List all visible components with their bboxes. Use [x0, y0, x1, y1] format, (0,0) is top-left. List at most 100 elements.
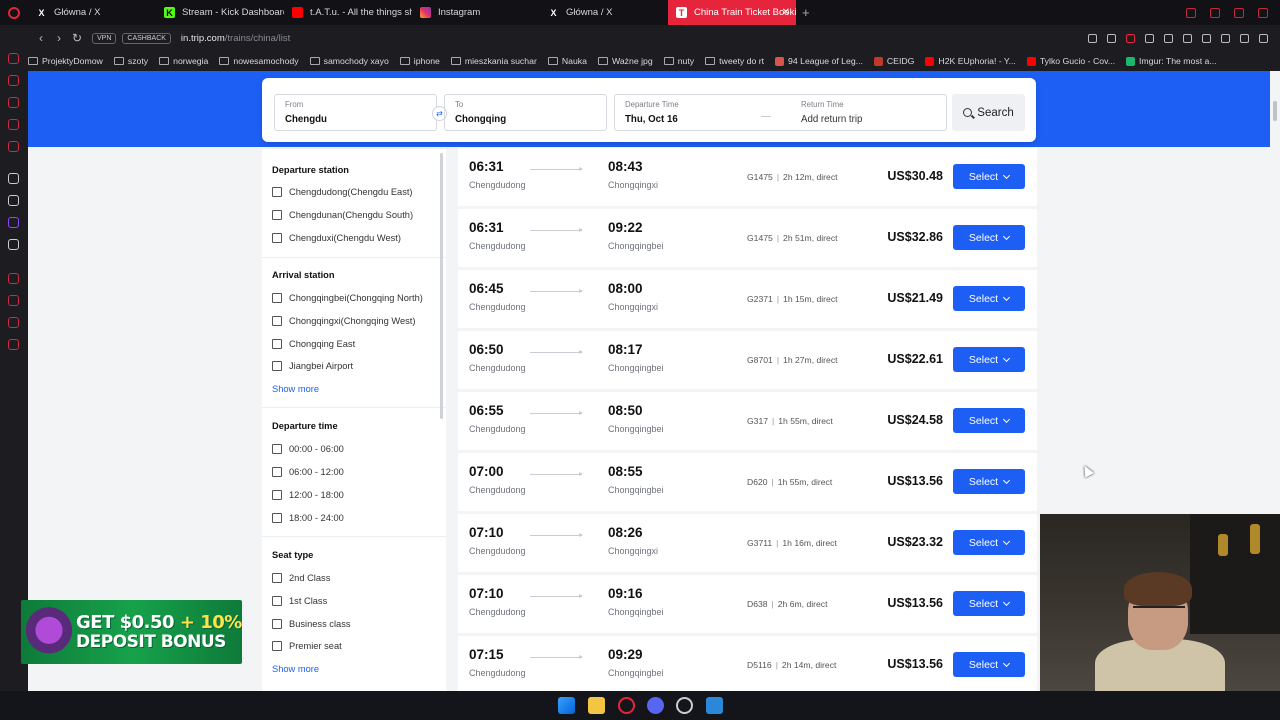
opera-icon[interactable]	[618, 697, 635, 714]
search-button[interactable]: Search	[952, 94, 1025, 131]
train-row[interactable]: 07:10 Chengdudong 09:16 Chongqingbei D63…	[458, 575, 1037, 633]
url-field[interactable]: in.trip.com/trains/china/list	[181, 33, 290, 44]
menu-icon[interactable]	[1259, 33, 1268, 43]
download-icon[interactable]	[1240, 33, 1249, 43]
checkbox[interactable]	[272, 293, 282, 303]
profile-icon[interactable]	[1221, 33, 1230, 43]
settings-icon[interactable]	[8, 339, 19, 350]
snapshot-icon[interactable]	[1107, 33, 1116, 43]
tab-3[interactable]: Instagram	[412, 0, 540, 25]
bookmark-item[interactable]: nowesamochody	[219, 56, 299, 66]
checkbox[interactable]	[272, 233, 282, 243]
new-tab-button[interactable]: +	[796, 5, 816, 20]
bookmark-icon[interactable]	[1088, 33, 1097, 43]
filter-option[interactable]: 18:00 - 24:00	[272, 513, 344, 523]
checkbox[interactable]	[272, 444, 282, 454]
sidebar-icon[interactable]	[8, 53, 19, 64]
file-explorer-icon[interactable]	[588, 697, 605, 714]
sidebar-icon[interactable]	[8, 75, 19, 86]
filter-option[interactable]: 1st Class	[272, 596, 327, 606]
select-button[interactable]: Select	[953, 652, 1025, 677]
bookmark-item[interactable]: H2K EUphoria! - Y...	[925, 56, 1016, 66]
sidebar-icon[interactable]	[8, 97, 19, 108]
page-scroll-thumb[interactable]	[1273, 101, 1277, 121]
search-tabs-icon[interactable]	[1186, 7, 1196, 18]
discord-icon[interactable]	[647, 697, 664, 714]
checkbox[interactable]	[272, 641, 282, 651]
tab-2[interactable]: t.A.T.u. - All the things sh	[284, 0, 412, 25]
select-button[interactable]: Select	[953, 164, 1025, 189]
checkbox[interactable]	[272, 339, 282, 349]
bookmark-item[interactable]: Nauka	[547, 56, 587, 66]
train-row[interactable]: 07:10 Chengdudong 08:26 Chongqingxi G371…	[458, 514, 1037, 572]
checkbox[interactable]	[272, 316, 282, 326]
close-window-icon[interactable]	[1258, 7, 1268, 18]
select-button[interactable]: Select	[953, 591, 1025, 616]
filter-option[interactable]: Chongqingxi(Chongqing West)	[272, 316, 415, 326]
sidebar-icon[interactable]	[8, 273, 19, 284]
bookmark-item[interactable]: CEIDG	[873, 56, 914, 66]
filter-option[interactable]: Chengdudong(Chengdu East)	[272, 187, 413, 197]
minimize-icon[interactable]	[1210, 7, 1220, 18]
forward-icon[interactable]: ›	[50, 31, 68, 45]
departure-date[interactable]: Departure Time Thu, Oct 16	[625, 100, 679, 125]
filter-option[interactable]: Chongqingbei(Chongqing North)	[272, 293, 423, 303]
tab-4[interactable]: X Główna / X	[540, 0, 668, 25]
x-icon[interactable]	[8, 239, 19, 250]
sidebar-icon[interactable]	[8, 141, 19, 152]
checkbox[interactable]	[272, 210, 282, 220]
checkbox[interactable]	[272, 573, 282, 583]
close-tab-icon[interactable]: ✕	[782, 7, 790, 18]
settings-icon[interactable]	[676, 697, 693, 714]
tab-5-active[interactable]: T China Train Ticket Bookin ✕	[668, 0, 796, 25]
translate-icon[interactable]	[1145, 33, 1154, 43]
opera-logo-icon[interactable]	[0, 0, 28, 25]
filter-option[interactable]: Business class	[272, 619, 351, 629]
reload-icon[interactable]: ↻	[68, 31, 86, 45]
scroll-thumb[interactable]	[440, 153, 443, 419]
filter-option[interactable]: Chengdunan(Chengdu South)	[272, 210, 413, 220]
tab-0[interactable]: X Główna / X	[28, 0, 156, 25]
filter-option[interactable]: Chengduxi(Chengdu West)	[272, 233, 401, 243]
bookmark-item[interactable]: mieszkania suchar	[450, 56, 537, 66]
maximize-icon[interactable]	[1234, 7, 1244, 18]
select-button[interactable]: Select	[953, 530, 1025, 555]
windows-start-icon[interactable]	[558, 697, 575, 714]
checkbox[interactable]	[272, 187, 282, 197]
ad-banner[interactable]: GET $0.50 + 10% DEPOSIT BONUS	[21, 600, 242, 664]
play-icon[interactable]	[1164, 33, 1173, 43]
history-icon[interactable]	[8, 295, 19, 306]
sidebar-icon[interactable]	[8, 119, 19, 130]
tab-1[interactable]: K Stream - Kick Dashboard	[156, 0, 284, 25]
bookmark-item[interactable]: Imgur: The most a...	[1126, 56, 1217, 66]
filters-scrollbar[interactable]	[439, 151, 445, 691]
train-row[interactable]: 07:15 Chengdudong 09:29 Chongqingbei D51…	[458, 636, 1037, 691]
checkbox[interactable]	[272, 513, 282, 523]
cashback-badge[interactable]: CASHBACK	[122, 32, 171, 44]
bookmark-item[interactable]: samochody xayo	[309, 56, 389, 66]
filter-option[interactable]: Chongqing East	[272, 339, 355, 349]
select-button[interactable]: Select	[953, 469, 1025, 494]
select-button[interactable]: Select	[953, 286, 1025, 311]
app-icon[interactable]	[706, 697, 723, 714]
select-button[interactable]: Select	[953, 347, 1025, 372]
to-field[interactable]: To Chongqing	[444, 94, 607, 131]
show-more-seat-link[interactable]: Show more	[272, 664, 319, 674]
filter-option[interactable]: Jiangbei Airport	[272, 361, 353, 371]
train-row[interactable]: 06:55 Chengdudong 08:50 Chongqingbei G31…	[458, 392, 1037, 450]
train-row[interactable]: 06:45 Chengdudong 08:00 Chongqingxi G237…	[458, 270, 1037, 328]
filter-option[interactable]: 06:00 - 12:00	[272, 467, 344, 477]
bookmark-item[interactable]: nuty	[663, 56, 694, 66]
sidebar-icon[interactable]	[8, 173, 19, 184]
bookmark-item[interactable]: tweety do rt	[705, 56, 764, 66]
train-row[interactable]: 06:31 Chengdudong 09:22 Chongqingbei G14…	[458, 209, 1037, 267]
train-row[interactable]: 06:50 Chengdudong 08:17 Chongqingbei G87…	[458, 331, 1037, 389]
bookmark-item[interactable]: ProjektyDomow	[28, 56, 103, 66]
heart-icon[interactable]	[1183, 33, 1192, 43]
return-date[interactable]: Return Time Add return trip	[801, 100, 862, 125]
from-field[interactable]: From Chengdu	[274, 94, 437, 131]
bookmark-item[interactable]: szoty	[113, 56, 148, 66]
checkbox[interactable]	[272, 596, 282, 606]
vpn-badge[interactable]: VPN	[92, 32, 117, 44]
back-icon[interactable]: ‹	[32, 31, 50, 45]
